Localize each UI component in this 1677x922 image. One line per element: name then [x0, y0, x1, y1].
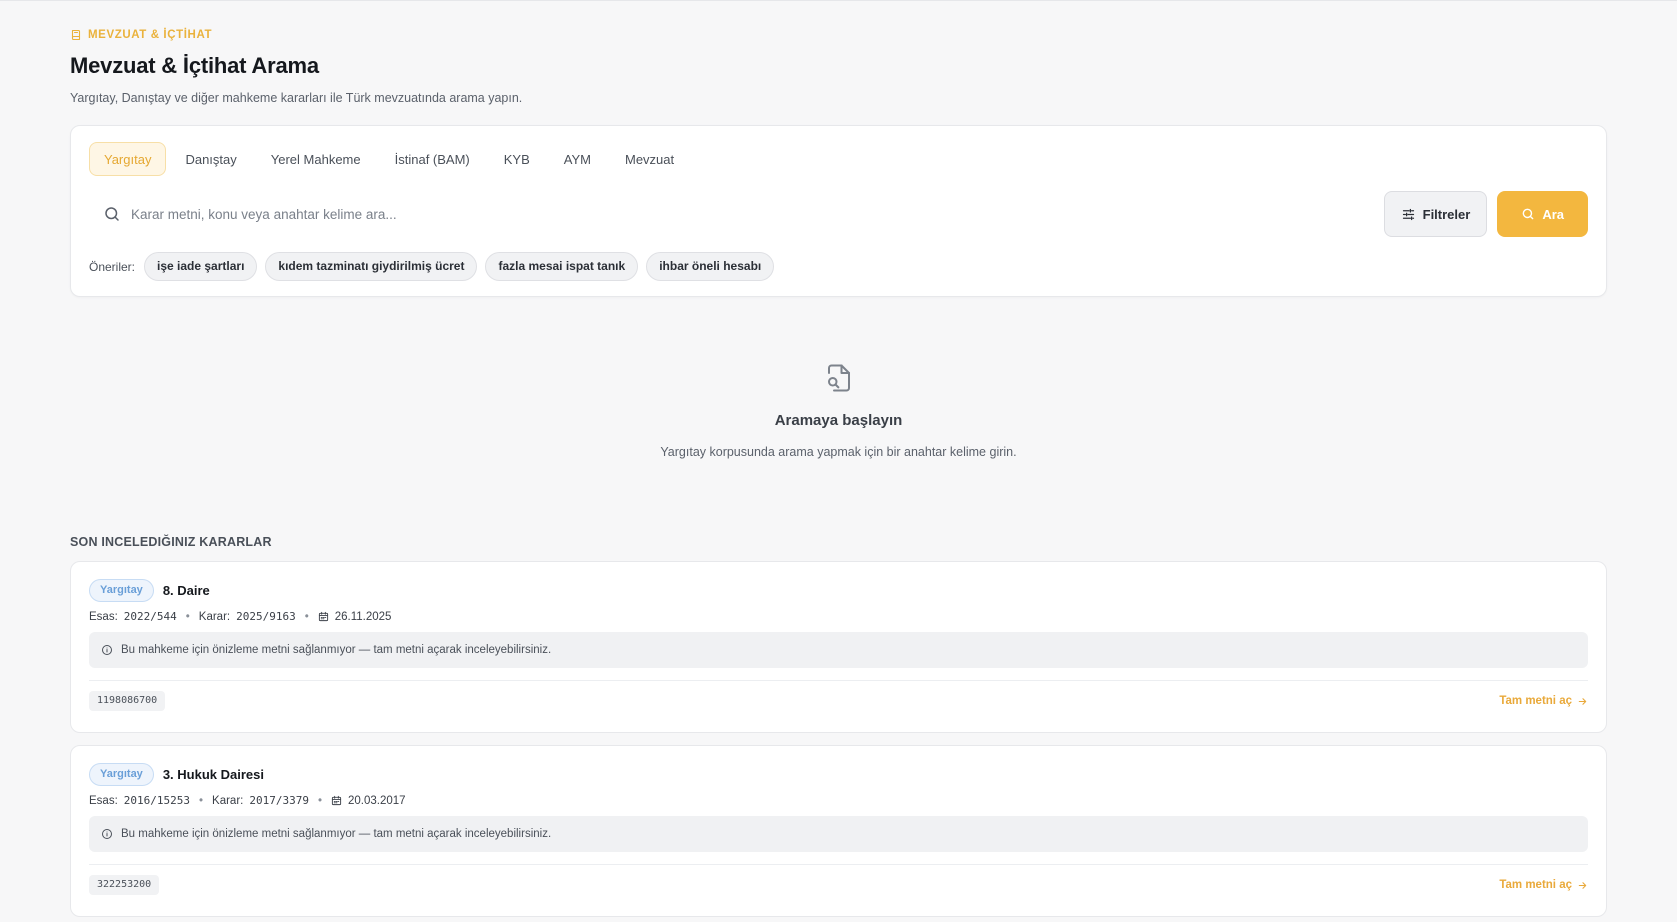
case-title[interactable]: 8. Daire [163, 583, 210, 598]
tab-kyb[interactable]: KYB [489, 142, 545, 176]
arrow-right-icon [1578, 881, 1587, 889]
case-header: Yargıtay 8. Daire [89, 578, 1588, 602]
open-full-text-link[interactable]: Tam metni aç [1499, 695, 1588, 707]
tab-yerel-mahkeme[interactable]: Yerel Mahkeme [256, 142, 376, 176]
recent-section-title: SON INCELEDIĞINIZ KARARLAR [70, 535, 272, 549]
empty-state-title: Aramaya başlayın [774, 412, 903, 429]
empty-state-text: Yargıtay korpusunda arama yapmak için bi… [660, 445, 1017, 459]
case-meta: Esas: 2016/15253 • Karar: 2017/3379 • 20… [89, 794, 1588, 807]
case-card: Yargıtay 3. Hukuk Dairesi Esas: 2016/152… [70, 745, 1607, 917]
karar-number: 2017/3379 [249, 794, 309, 807]
suggestions: Öneriler: işe iade şartları kıdem tazmin… [89, 252, 1588, 281]
filters-button[interactable]: Filtreler [1383, 191, 1488, 237]
eyebrow: MEVZUAT & İÇTİHAT [70, 29, 1607, 41]
filters-label: Filtreler [1422, 206, 1471, 222]
case-id: 1198086700 [89, 691, 166, 711]
case-card: Yargıtay 8. Daire Esas: 2022/544 • Karar… [70, 561, 1607, 733]
suggestion-chip[interactable]: işe iade şartları [144, 252, 258, 281]
karar-label: Karar: [198, 610, 231, 623]
meta-separator: • [199, 794, 204, 807]
tab-yargitay[interactable]: Yargıtay [89, 142, 167, 176]
arrow-right-icon [1578, 697, 1587, 705]
eyebrow-label: MEVZUAT & İÇTİHAT [88, 29, 213, 41]
preview-notice: Bu mahkeme için önizleme metni sağlanmıy… [89, 632, 1588, 668]
page-subtitle: Yargıtay, Danıştay ve diğer mahkeme kara… [70, 91, 523, 105]
esas-label: Esas: [89, 610, 118, 623]
search-input[interactable] [131, 206, 1384, 222]
calendar-icon [331, 795, 342, 806]
suggestion-chip[interactable]: ihbar öneli hesabı [646, 252, 775, 281]
search-icon [105, 207, 119, 221]
court-badge: Yargıtay [89, 762, 154, 786]
case-footer: 1198086700 Tam metni aç [89, 680, 1588, 711]
search-row: Filtreler Ara [89, 191, 1588, 237]
search-button-label: Ara [1542, 206, 1564, 222]
karar-number: 2025/9163 [236, 610, 296, 623]
preview-notice: Bu mahkeme için önizleme metni sağlanmıy… [89, 816, 1588, 852]
page-title: Mevzuat & İçtihat Arama [70, 53, 319, 78]
meta-separator: • [185, 610, 190, 623]
tab-aym[interactable]: AYM [549, 142, 606, 176]
case-title[interactable]: 3. Hukuk Dairesi [163, 767, 264, 782]
open-full-text-label: Tam metni aç [1499, 695, 1572, 707]
case-header: Yargıtay 3. Hukuk Dairesi [89, 762, 1588, 786]
search-button[interactable]: Ara [1497, 191, 1588, 237]
search-icon [1522, 208, 1534, 220]
open-full-text-label: Tam metni aç [1499, 879, 1572, 891]
case-id: 322253200 [89, 875, 160, 895]
tab-istinaf[interactable]: İstinaf (BAM) [380, 142, 485, 176]
empty-state: Aramaya başlayın Yargıtay korpusunda ara… [70, 363, 1607, 459]
esas-number: 2016/15253 [123, 794, 190, 807]
file-search-icon [827, 364, 850, 392]
court-badge: Yargıtay [89, 578, 154, 602]
meta-separator: • [317, 794, 322, 807]
search-box[interactable] [89, 191, 1384, 237]
info-icon [102, 645, 112, 655]
esas-label: Esas: [89, 794, 118, 807]
suggestion-chip[interactable]: fazla mesai ispat tanık [485, 252, 639, 281]
tab-danistay[interactable]: Danıştay [170, 142, 251, 176]
karar-label: Karar: [212, 794, 244, 807]
tab-mevzuat[interactable]: Mevzuat [610, 142, 689, 176]
meta-separator: • [304, 610, 309, 623]
case-footer: 322253200 Tam metni aç [89, 864, 1588, 895]
book-icon [71, 29, 81, 41]
sliders-icon [1402, 208, 1414, 220]
suggestion-chip[interactable]: kıdem tazminatı giydirilmiş ücret [265, 252, 478, 281]
calendar-icon [318, 611, 328, 622]
open-full-text-link[interactable]: Tam metni aç [1499, 879, 1588, 891]
court-tabs: Yargıtay Danıştay Yerel Mahkeme İstinaf … [89, 142, 1588, 176]
preview-notice-text: Bu mahkeme için önizleme metni sağlanmıy… [121, 828, 552, 840]
case-meta: Esas: 2022/544 • Karar: 2025/9163 • 26.1… [89, 610, 1588, 623]
case-date: 20.03.2017 [348, 794, 406, 807]
preview-notice-text: Bu mahkeme için önizleme metni sağlanmıy… [121, 644, 552, 656]
page: MEVZUAT & İÇTİHAT Mevzuat & İçtihat Aram… [0, 1, 1677, 917]
info-icon [102, 829, 112, 839]
suggestions-label: Öneriler: [89, 259, 136, 274]
search-card: Yargıtay Danıştay Yerel Mahkeme İstinaf … [70, 125, 1607, 297]
esas-number: 2022/544 [123, 610, 177, 623]
case-date: 26.11.2025 [334, 610, 392, 623]
